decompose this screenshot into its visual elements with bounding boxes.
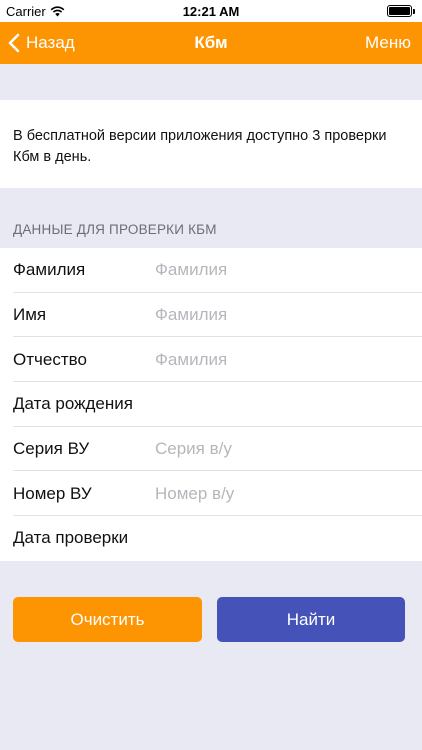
last-name-label: Фамилия bbox=[13, 260, 86, 280]
form-row-patronymic[interactable]: Отчество bbox=[0, 337, 422, 382]
menu-button[interactable]: Меню bbox=[365, 22, 411, 64]
birth-date-input[interactable] bbox=[155, 394, 410, 415]
check-date-label: Дата проверки bbox=[13, 528, 129, 548]
form-row-first-name[interactable]: Имя bbox=[0, 293, 422, 338]
find-button[interactable]: Найти bbox=[217, 597, 405, 642]
navigation-bar: Назад Кбм Меню bbox=[0, 22, 422, 64]
last-name-input[interactable] bbox=[155, 260, 410, 281]
form-row-check-date[interactable]: Дата проверки bbox=[0, 516, 422, 561]
form-row-last-name[interactable]: Фамилия bbox=[0, 248, 422, 293]
check-date-input[interactable] bbox=[155, 528, 410, 549]
license-number-label: Номер ВУ bbox=[13, 483, 92, 503]
first-name-label: Имя bbox=[13, 305, 47, 325]
form-row-license-series[interactable]: Серия ВУ bbox=[0, 427, 422, 472]
license-number-input[interactable] bbox=[155, 483, 410, 504]
form-row-license-number[interactable]: Номер ВУ bbox=[0, 471, 422, 516]
first-name-input[interactable] bbox=[155, 305, 410, 326]
back-button-label: Назад bbox=[26, 33, 75, 52]
clear-button[interactable]: Очистить bbox=[13, 597, 202, 642]
kbm-form: Фамилия Имя Отчество Дата рождения Серия… bbox=[0, 248, 422, 561]
free-version-notice: В бесплатной версии приложения доступно … bbox=[0, 100, 422, 188]
status-time: 12:21 AM bbox=[182, 4, 240, 19]
form-row-birth-date[interactable]: Дата рождения bbox=[0, 382, 422, 427]
section-header: ДАННЫЕ ДЛЯ ПРОВЕРКИ КБМ bbox=[13, 222, 217, 237]
license-series-label: Серия ВУ bbox=[13, 439, 90, 459]
license-series-input[interactable] bbox=[155, 439, 410, 460]
birth-date-label: Дата рождения bbox=[13, 394, 133, 414]
chevron-left-icon bbox=[8, 33, 20, 53]
patronymic-input[interactable] bbox=[155, 349, 410, 370]
patronymic-label: Отчество bbox=[13, 349, 87, 369]
battery-icon bbox=[387, 5, 415, 17]
back-button[interactable]: Назад bbox=[8, 22, 75, 64]
status-bar: Carrier 12:21 AM bbox=[0, 0, 422, 22]
